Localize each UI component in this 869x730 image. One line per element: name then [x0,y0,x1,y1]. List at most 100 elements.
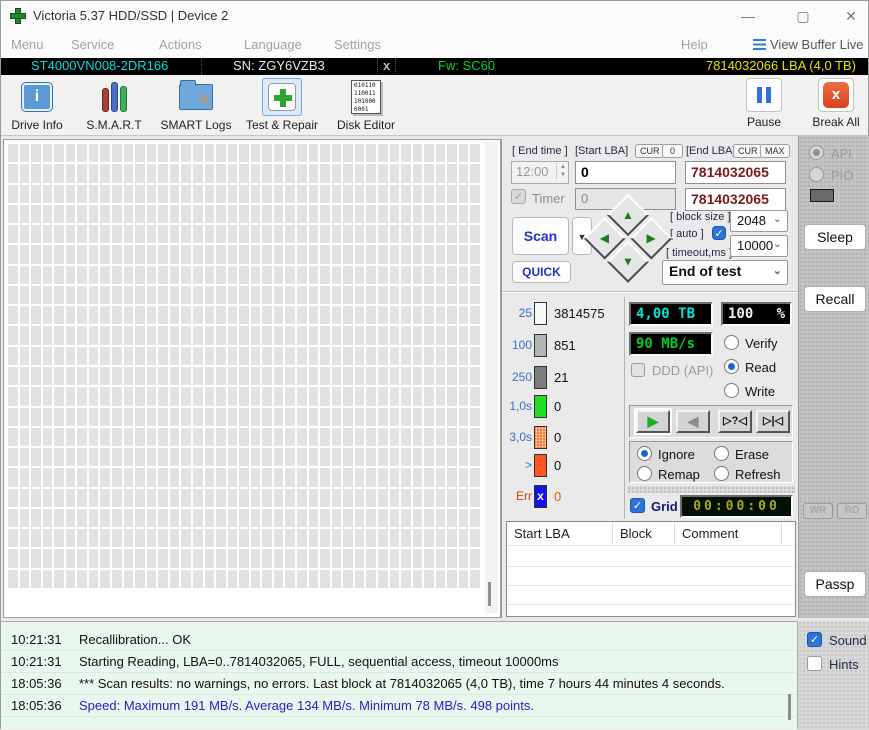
scan-map-cell [43,509,53,527]
menu-item-actions[interactable]: Actions [159,37,202,52]
scan-map-cell [309,428,319,446]
defect-table[interactable]: Start LBA Block Comment [506,521,796,617]
drive-info-button[interactable]: i Drive Info [5,78,69,132]
sound-checkbox[interactable]: ✓ [807,632,822,647]
hints-checkbox[interactable] [807,656,822,671]
smart-logs-button[interactable]: ✎ SMART Logs [157,78,235,132]
scan-map-cell [390,367,400,385]
play-icon[interactable]: ▶ [636,410,670,433]
block-size-select[interactable]: 2048⌄ [730,210,788,232]
log-scroll-thumb[interactable] [788,694,791,720]
break-all-button[interactable]: x Break All [807,78,865,129]
map-scrollbar[interactable] [485,142,498,613]
end-lba-max-button[interactable]: MAX [760,144,790,158]
refresh-radio[interactable] [714,466,729,481]
verify-radio[interactable] [724,335,739,350]
api-radio[interactable] [809,145,824,160]
scan-map-cell [170,266,180,284]
passp-button[interactable]: Passp [804,571,866,597]
scan-map-cell [262,286,272,304]
end-action-select[interactable]: End of test⌄ [662,260,788,285]
device-x-badge[interactable]: x [377,58,396,74]
scan-map-cell [54,529,64,547]
log-row[interactable]: 18:05:36*** Scan results: no warnings, n… [1,673,797,695]
scan-map-cell [239,306,249,324]
pause-button[interactable]: Pause [739,78,789,129]
ddd-api-checkbox[interactable] [631,363,645,377]
start-lba-cur-button[interactable]: CUR [635,144,665,158]
scan-map-cell [285,549,295,567]
scan-map-cell [309,448,319,466]
minimize-button[interactable]: — [731,5,765,27]
histogram-count: 0 [554,430,561,445]
device-capacity: 7814032066 LBA (4,0 TB) [706,58,856,74]
menu-item-help[interactable]: Help [681,37,708,52]
start-lba-input[interactable]: 0 [575,161,676,184]
skip-end-icon[interactable]: ▷|◁ [756,410,790,433]
disk-editor-button[interactable]: 0101101100111010000001 Disk Editor [331,78,401,132]
spinner-arrows-icon[interactable]: ▲▼ [556,163,566,179]
menu-item-settings[interactable]: Settings [334,37,381,52]
scan-map-cell [378,408,388,426]
scan-map-cell [309,245,319,263]
write-radio[interactable] [724,383,739,398]
read-radio[interactable] [724,359,739,374]
log-panel[interactable]: 10:21:31Recallibration... OK10:21:31Star… [1,621,798,729]
end-lba-input[interactable]: 7814032065 [685,161,786,184]
scan-map-cell [401,286,411,304]
scan-map-cell [147,286,157,304]
scan-map-cell [320,185,330,203]
menu-item-service[interactable]: Service [71,37,114,52]
rewind-icon[interactable]: ◀ [676,410,710,433]
end-lba-cur-button[interactable]: CUR [733,144,763,158]
pio-radio[interactable] [809,167,824,182]
rd-button[interactable]: RD [837,503,867,519]
smart-button[interactable]: S.M.A.R.T [81,78,147,132]
verify-pair-icon[interactable]: ▷?◁ [718,410,752,433]
test-repair-button[interactable]: Test & Repair [239,78,325,132]
start-lba-zero-button[interactable]: 0 [662,144,683,158]
sleep-button[interactable]: Sleep [804,224,866,250]
col-header-start-lba[interactable]: Start LBA [507,522,613,545]
scan-map-cell [147,266,157,284]
ignore-radio[interactable] [637,446,652,461]
maximize-button[interactable]: ▢ [786,5,820,27]
scan-map-cell [366,489,376,507]
log-row[interactable]: 10:21:31Recallibration... OK [1,629,797,651]
scan-map-cell [424,448,434,466]
grid-checkbox[interactable]: ✓ [630,498,645,513]
end-time-input[interactable]: 12:00▲▼ [511,161,569,184]
scan-button[interactable]: Scan [512,217,569,255]
scan-map-cell [193,144,203,162]
scan-map-cell [124,266,134,284]
log-row[interactable]: 10:21:31Starting Reading, LBA=0..7814032… [1,651,797,673]
scan-map-cell [251,266,261,284]
scan-map-cell [459,428,469,446]
map-scroll-thumb[interactable] [488,582,491,606]
menu-item-menu[interactable]: Menu [11,37,44,52]
scan-map-cell [216,448,226,466]
remap-radio[interactable] [637,466,652,481]
erase-radio[interactable] [714,446,729,461]
col-header-block[interactable]: Block [613,522,675,545]
log-row[interactable]: 18:05:36Speed: Maximum 191 MB/s. Average… [1,695,797,717]
scan-map-cell [216,489,226,507]
scan-map-cell [228,205,238,223]
wr-button[interactable]: WR [803,503,833,519]
scan-map-cell [77,570,87,588]
quick-button[interactable]: QUICK [512,261,571,283]
scan-map[interactable] [3,139,501,618]
scan-map-cell [112,266,122,284]
scan-map-cell [43,185,53,203]
timeout-select[interactable]: 10000⌄ [730,235,788,257]
col-header-comment[interactable]: Comment [675,522,782,545]
timer-checkbox[interactable]: ✓ [511,189,526,204]
scan-map-cell [193,205,203,223]
close-button[interactable]: ✕ [834,5,868,27]
scan-map-cell [181,448,191,466]
recall-button[interactable]: Recall [804,286,866,312]
view-buffer-live-button[interactable]: View Buffer Live [753,37,863,52]
menu-item-language[interactable]: Language [244,37,302,52]
auto-checkbox[interactable]: ✓ [712,226,726,240]
scan-map-cell [413,205,423,223]
